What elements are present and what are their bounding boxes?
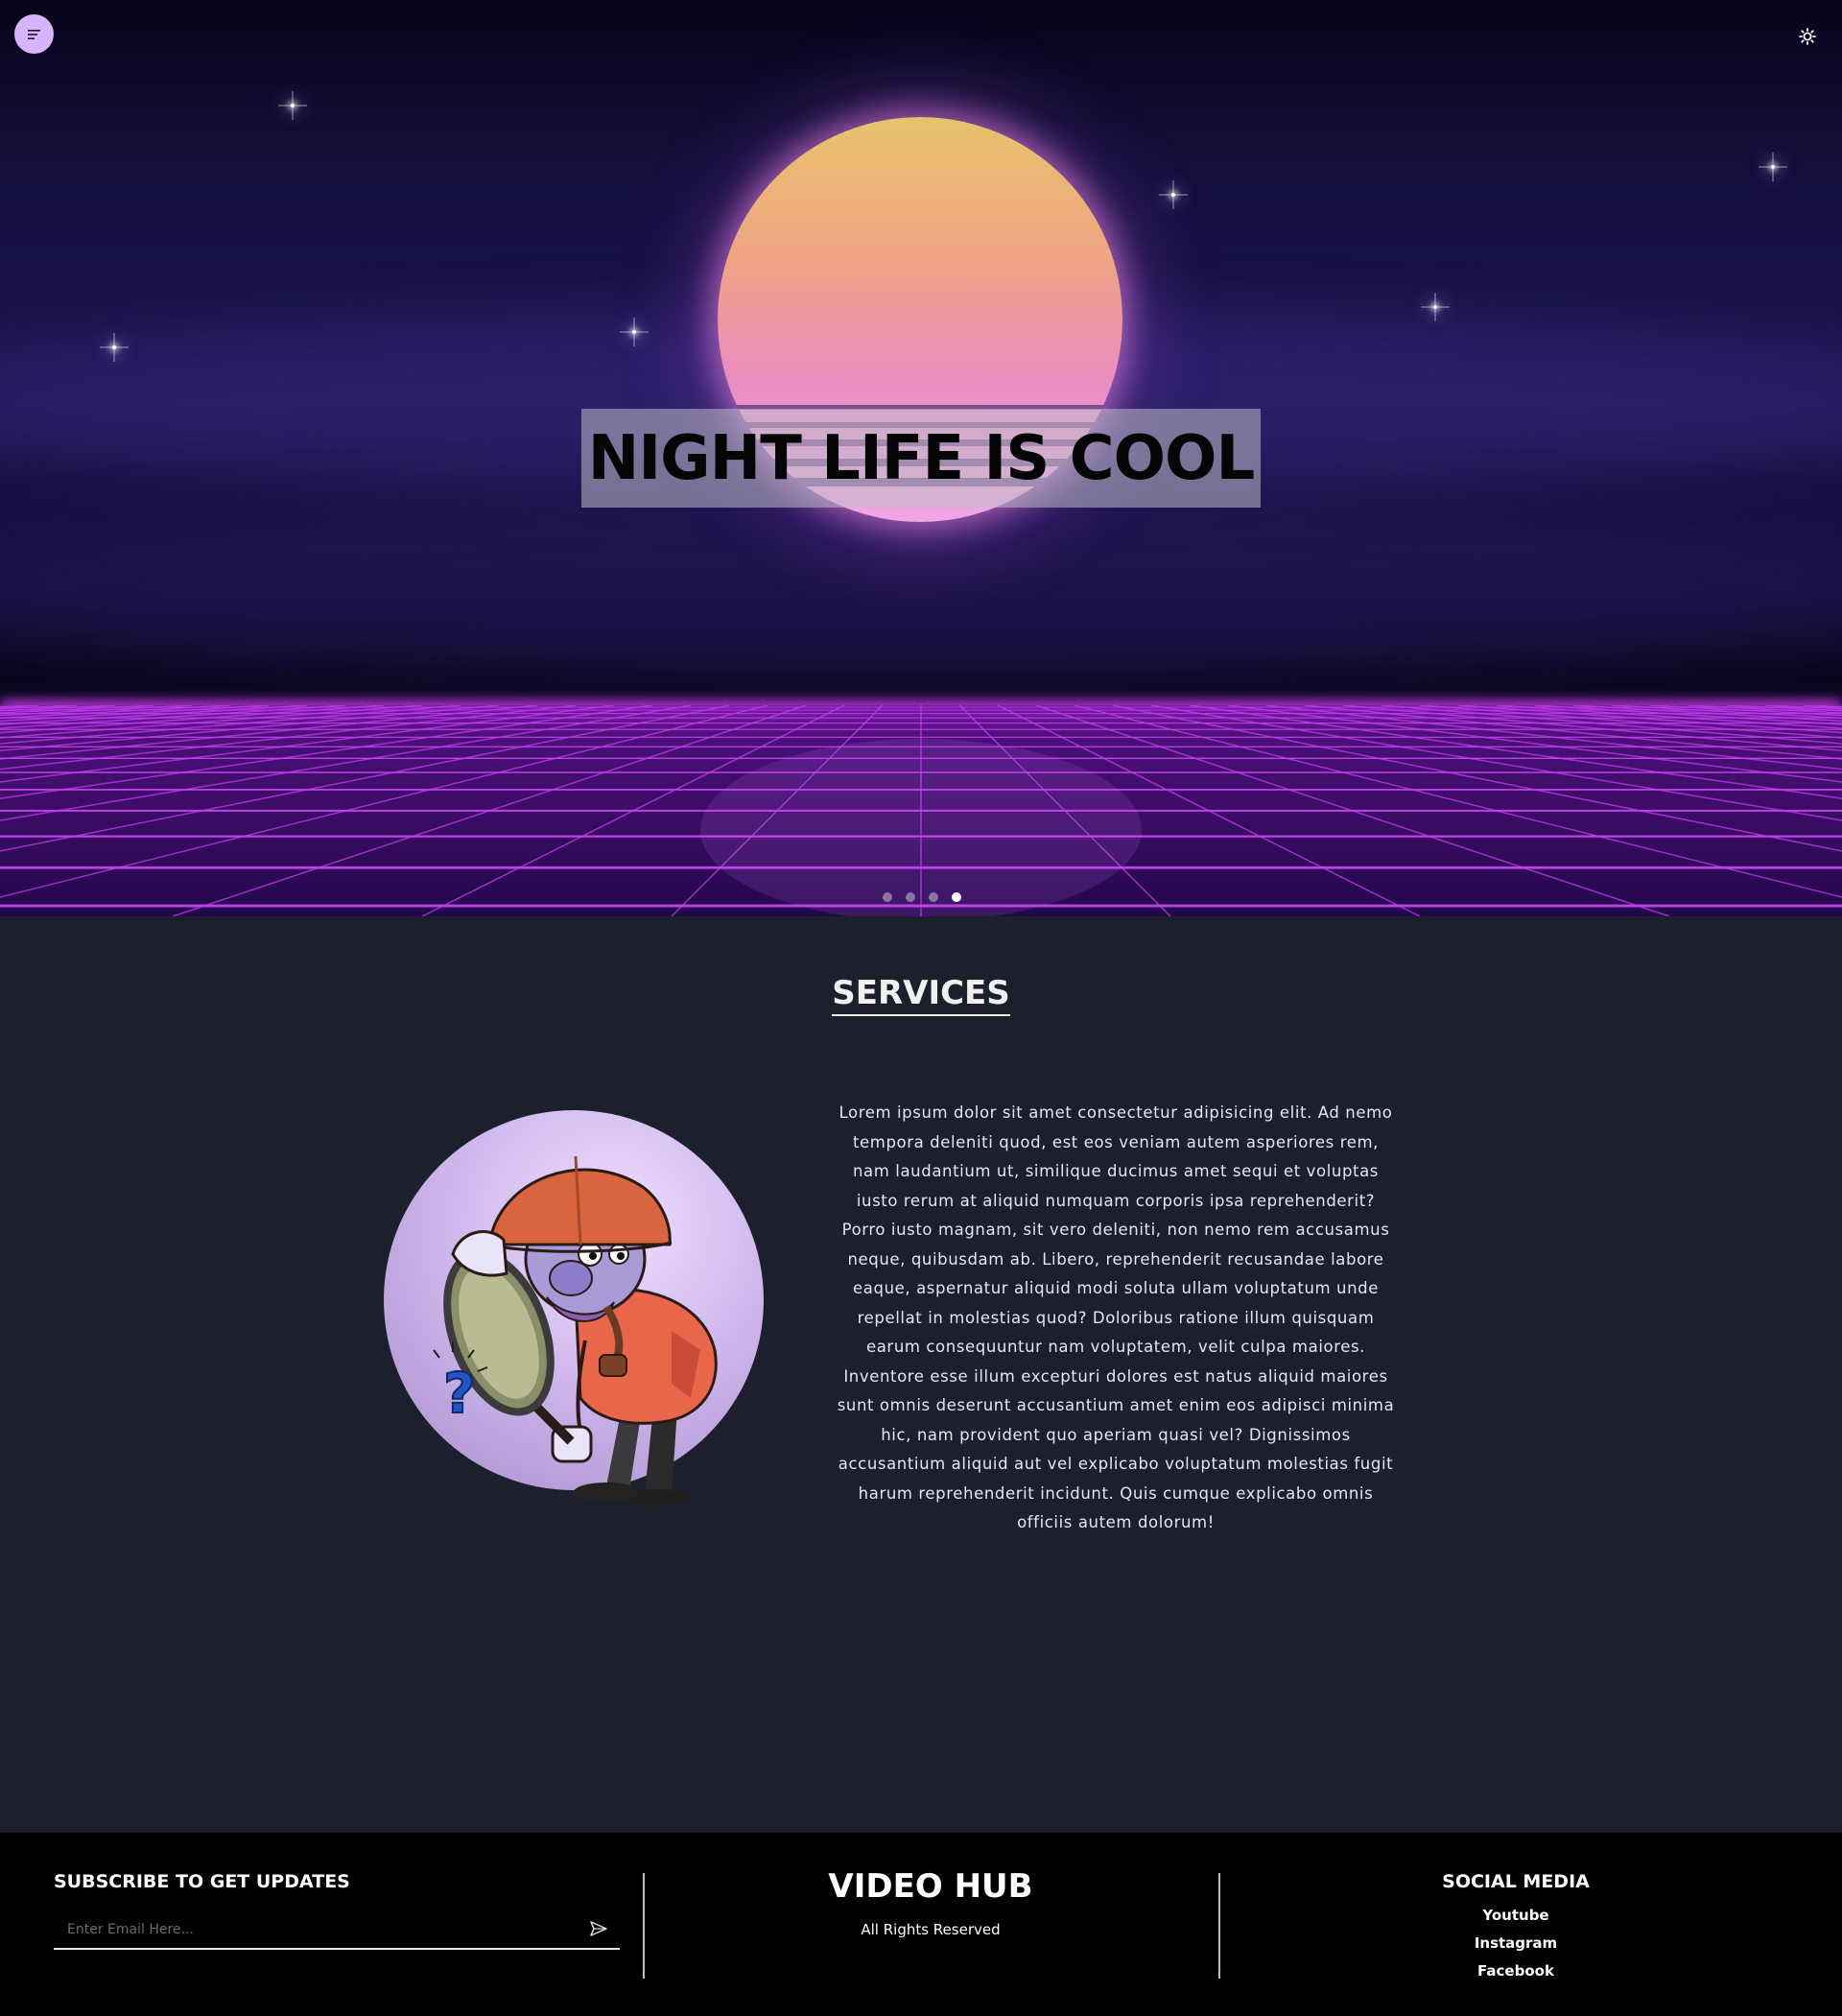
- carousel-dot[interactable]: [929, 892, 938, 902]
- footer-divider: [1218, 1873, 1220, 1979]
- email-input[interactable]: [67, 1917, 566, 1942]
- services-paragraph: Lorem ipsum dolor sit amet consectetur a…: [837, 1103, 1395, 1531]
- hero-title-box: NIGHT LIFE IS COOL: [581, 409, 1261, 508]
- star-icon: [291, 104, 295, 107]
- carousel-dot[interactable]: [906, 892, 915, 902]
- social-link-instagram[interactable]: Instagram: [1420, 1930, 1612, 1957]
- star-icon: [1171, 193, 1175, 197]
- subscribe-title: SUBSCRIBE TO GET UPDATES: [54, 1871, 350, 1892]
- hero-haze: [0, 499, 1842, 672]
- hero-title: NIGHT LIFE IS COOL: [587, 422, 1255, 494]
- neon-grid: [0, 705, 1842, 916]
- services-section: SERVICES ? Lorem ipsum dolor sit amet co…: [0, 916, 1842, 1833]
- sun-gear-icon: [1799, 28, 1816, 45]
- carousel-dot-active[interactable]: [952, 892, 961, 902]
- carousel-dots: [883, 892, 961, 902]
- email-form: [54, 1911, 620, 1950]
- star-icon: [1433, 305, 1437, 309]
- send-button[interactable]: [585, 1915, 612, 1942]
- detective-magnifier-illustration: ?: [433, 1155, 718, 1506]
- detective-illustration: ?: [384, 1110, 764, 1506]
- footer: SUBSCRIBE TO GET UPDATES VIDEO HUB All R…: [0, 1833, 1842, 2016]
- star-icon: [632, 330, 636, 334]
- hero-carousel: NIGHT LIFE IS COOL: [0, 0, 1842, 916]
- svg-text:?: ?: [443, 1361, 476, 1426]
- services-heading: SERVICES: [832, 974, 1010, 1016]
- social-link-facebook[interactable]: Facebook: [1420, 1957, 1612, 1985]
- carousel-dot[interactable]: [883, 892, 892, 902]
- star-icon: [1771, 165, 1775, 169]
- footer-rights: All Rights Reserved: [861, 1921, 1001, 1938]
- menu-button[interactable]: [14, 14, 54, 54]
- social-link-youtube[interactable]: Youtube: [1420, 1902, 1612, 1930]
- theme-toggle-button[interactable]: [1794, 23, 1821, 50]
- send-arrow-icon: [590, 1921, 607, 1936]
- social-media-title: SOCIAL MEDIA: [1442, 1871, 1590, 1892]
- services-heading-wrap: SERVICES: [0, 974, 1842, 1016]
- footer-brand: VIDEO HUB: [828, 1867, 1033, 1906]
- star-icon: [112, 345, 116, 349]
- social-links: Youtube Instagram Facebook: [1420, 1902, 1612, 1985]
- menu-lines-icon: [27, 29, 40, 39]
